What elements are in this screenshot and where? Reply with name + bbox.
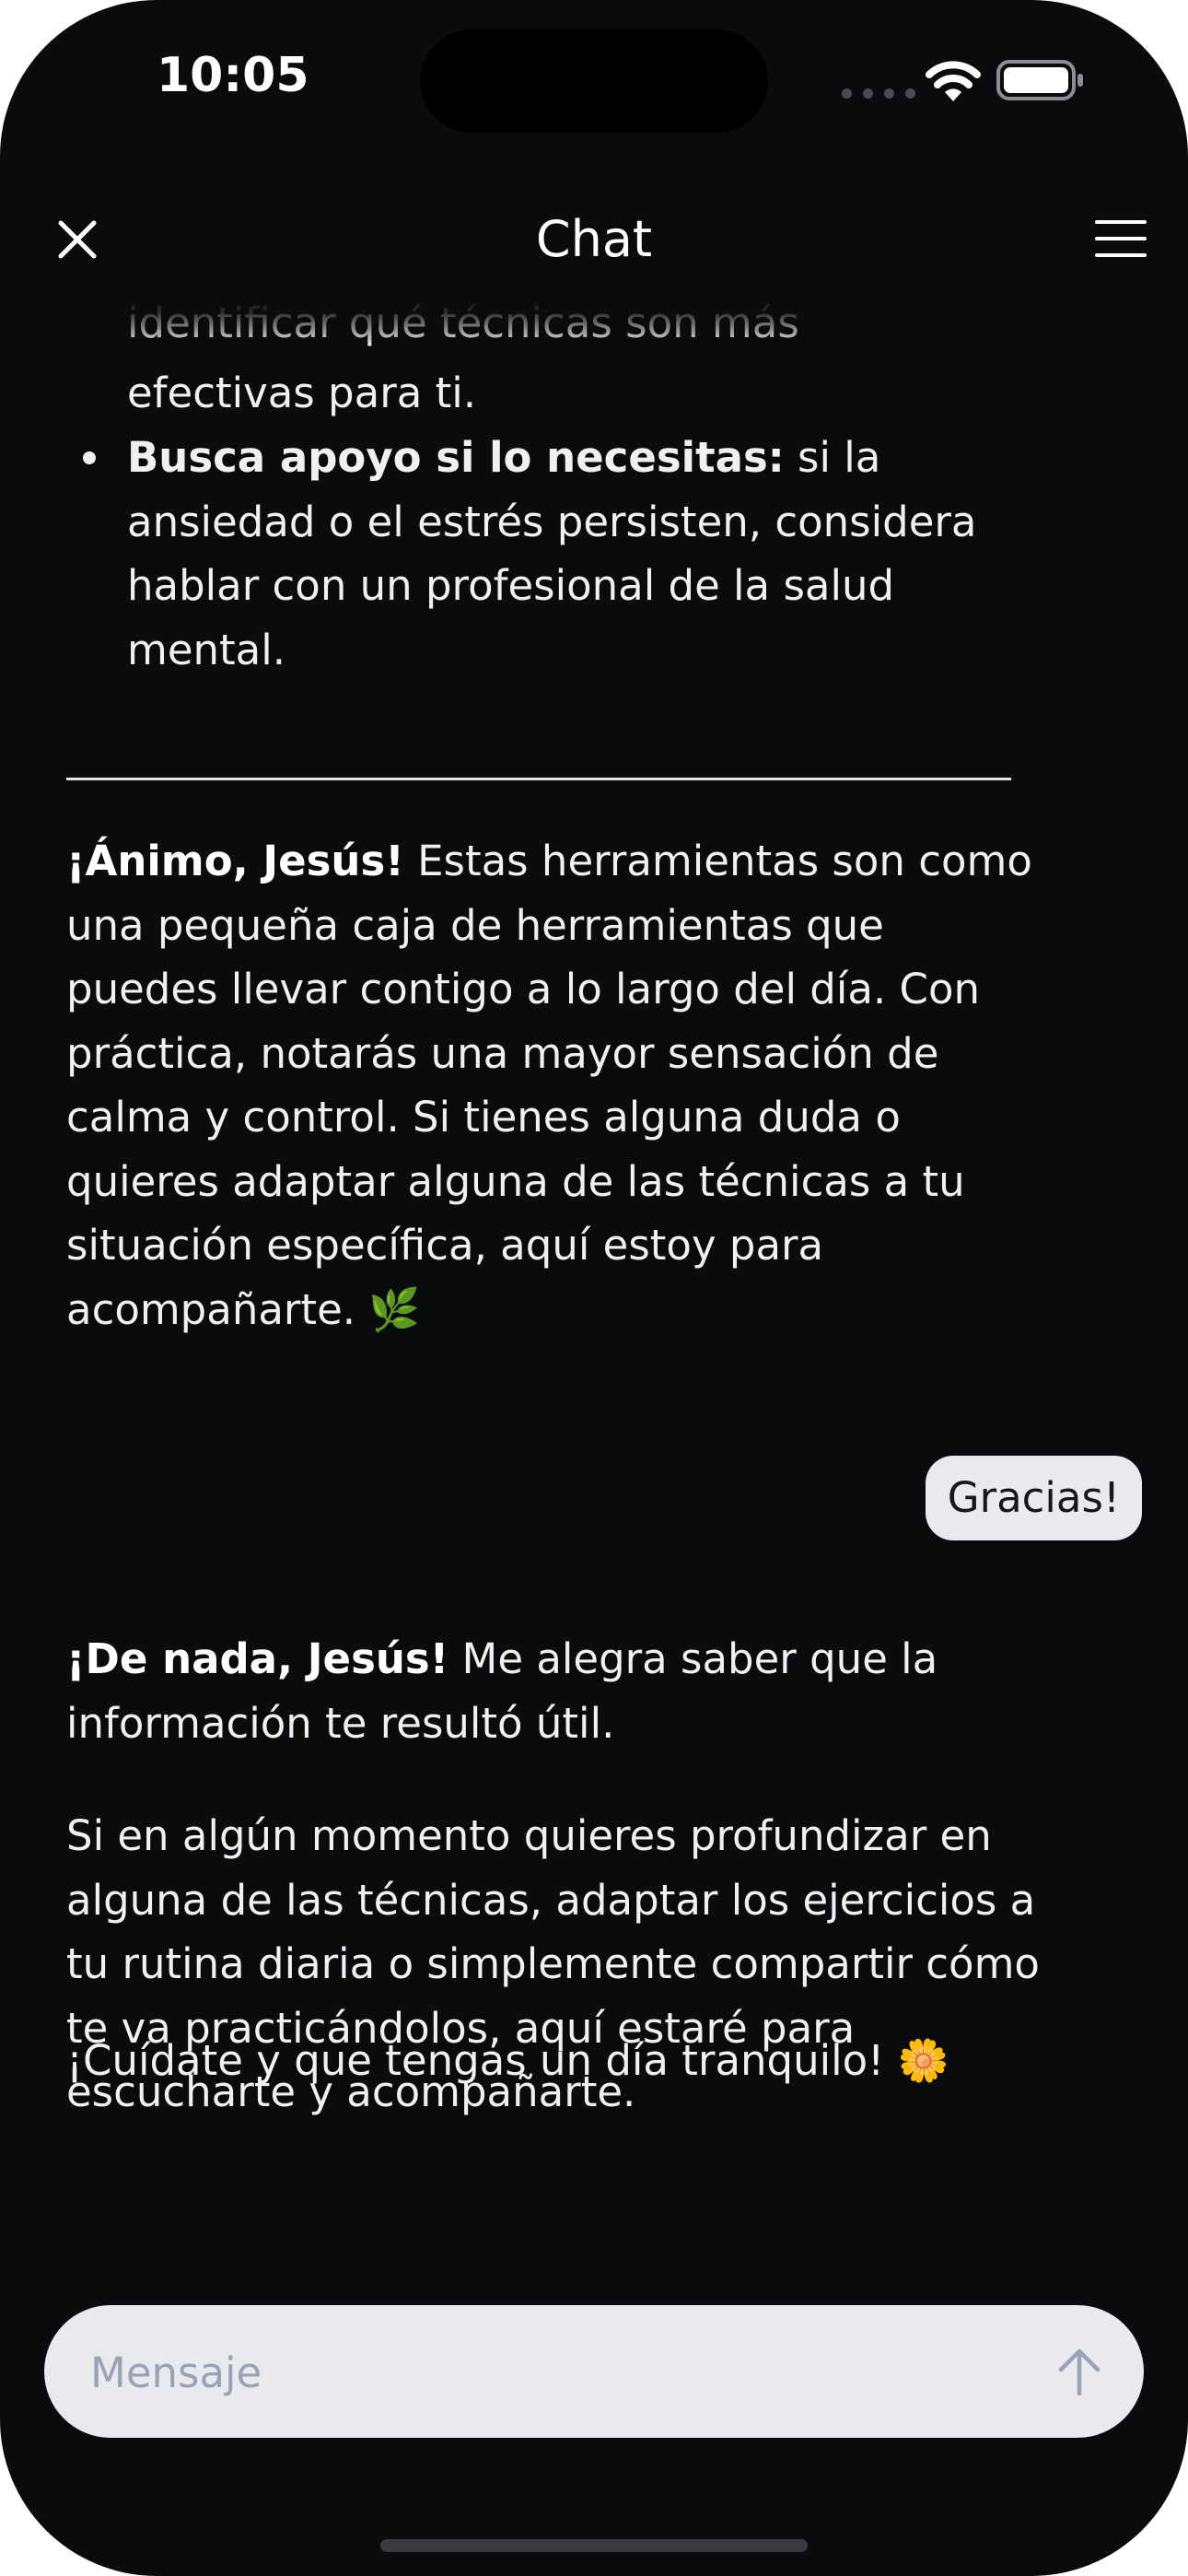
wifi-icon (926, 61, 981, 101)
message-composer (44, 2305, 1144, 2440)
message-input[interactable] (88, 2305, 1013, 2440)
signal-dots-icon (842, 88, 915, 99)
list-item-bold: Busca apoyo si lo necesitas: (127, 433, 785, 482)
battery-icon (996, 60, 1083, 100)
phone-screen: 10:05 identificar qué técnicas son más e… (0, 0, 1188, 2576)
assistant-message-closing: ¡Ánimo, Jesús! Estas herramientas son co… (66, 829, 1042, 1341)
chat-scroll-area[interactable]: identificar qué técnicas son más efectiv… (0, 304, 1188, 2276)
dynamic-island (420, 29, 768, 133)
arrow-up-icon[interactable] (1054, 2346, 1105, 2397)
closing-text: Estas herramientas son como una pequeña … (66, 837, 1032, 1334)
reply-1-bold: ¡De nada, Jesús! (66, 1634, 449, 1683)
hamburger-menu-icon[interactable] (1094, 217, 1147, 260)
assistant-reply-3: ¡Cuídate y que tengas un día tranquilo! … (66, 2036, 949, 2085)
partial-text-line: identificar qué técnicas son más (127, 304, 799, 347)
status-time: 10:05 (157, 48, 309, 103)
user-message-bubble: Gracias! (925, 1456, 1142, 1540)
bullet-continuation: efectivas para ti. (127, 369, 477, 417)
assistant-reply-1: ¡De nada, Jesús! Me alegra saber que la … (66, 1627, 1042, 1755)
bullet-dot (83, 451, 96, 464)
home-indicator[interactable] (380, 2539, 808, 2552)
closing-bold: ¡Ánimo, Jesús! (66, 837, 404, 885)
divider (66, 778, 1011, 780)
page-title: Chat (535, 210, 653, 268)
list-item: Busca apoyo si lo necesitas: si la ansie… (127, 426, 1011, 682)
